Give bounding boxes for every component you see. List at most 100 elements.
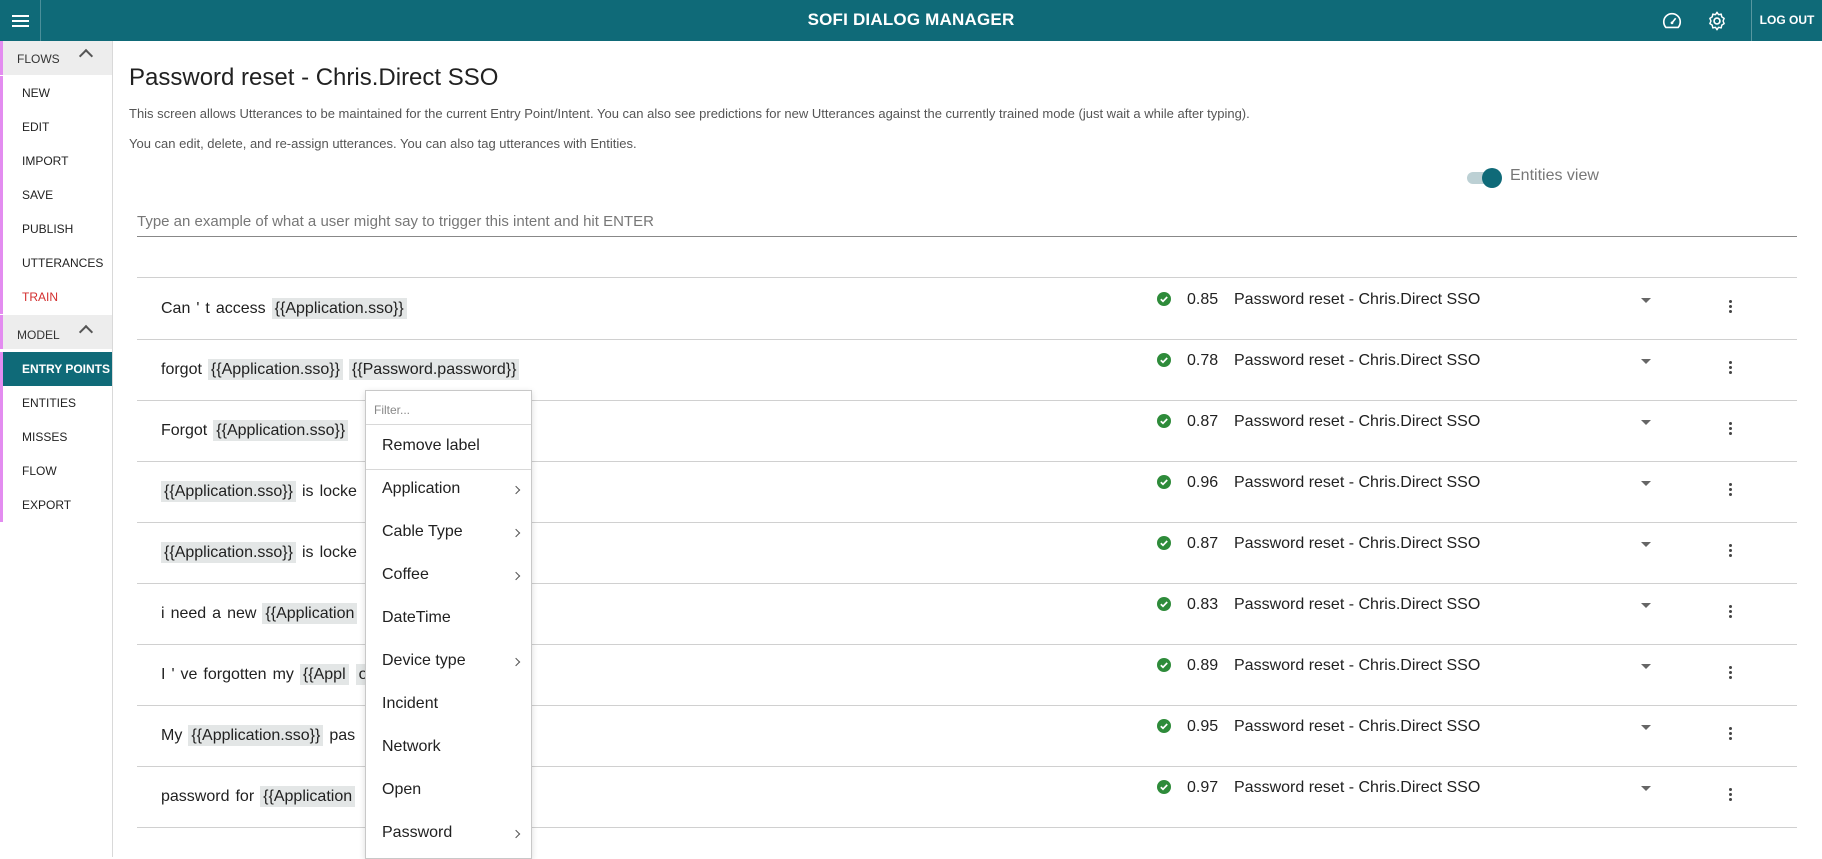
check-circle-icon	[1157, 780, 1171, 794]
chevron-right-icon	[511, 657, 521, 667]
check-circle-icon	[1157, 597, 1171, 611]
utterance-word: is	[302, 483, 314, 500]
dropdown-arrow-icon[interactable]	[1641, 664, 1651, 669]
utterance-word: ve	[180, 666, 198, 683]
entities-view-toggle[interactable]	[1465, 168, 1502, 188]
dropdown-arrow-icon[interactable]	[1641, 359, 1651, 364]
utterance-text[interactable]: My {{Application.sso}} pas	[161, 725, 361, 746]
page-description-1: This screen allows Utterances to be main…	[129, 106, 1250, 121]
sidebar-item-import[interactable]: IMPORT	[3, 144, 112, 178]
page-description-2: You can edit, delete, and re-assign utte…	[129, 136, 637, 151]
settings-gear-icon[interactable]	[1706, 10, 1728, 32]
utterance-word: Forgot	[161, 422, 208, 439]
more-vert-icon[interactable]	[1729, 300, 1733, 316]
more-vert-icon[interactable]	[1729, 544, 1733, 560]
entity-menu-item[interactable]: Password	[382, 824, 452, 842]
entity-tag[interactable]: {{Application	[260, 786, 356, 807]
more-vert-icon[interactable]	[1729, 666, 1733, 682]
intent-select[interactable]: Password reset - Chris.Direct SSO	[1234, 474, 1480, 492]
entity-menu-item[interactable]: Network	[382, 738, 441, 756]
utterance-word: a	[212, 605, 222, 622]
utterance-text[interactable]: Can ' t access {{Application.sso}}	[161, 298, 413, 319]
intent-select[interactable]: Password reset - Chris.Direct SSO	[1234, 535, 1480, 553]
entity-tag[interactable]: {{Application.sso}}	[188, 725, 324, 746]
entity-menu-item[interactable]: Application	[382, 480, 460, 498]
sidebar-item-publish[interactable]: PUBLISH	[3, 212, 112, 246]
entity-tag[interactable]: {{Application.sso}}	[271, 298, 407, 319]
dropdown-arrow-icon[interactable]	[1641, 298, 1651, 303]
toggle-knob	[1482, 168, 1502, 188]
dropdown-arrow-icon[interactable]	[1641, 481, 1651, 486]
entity-tag[interactable]: {{Password.password}}	[348, 359, 520, 380]
entity-menu-item[interactable]: Device type	[382, 652, 466, 670]
more-vert-icon[interactable]	[1729, 483, 1733, 499]
utterance-text[interactable]: forgot {{Application.sso}} {{Password.pass…	[161, 359, 525, 380]
dashboard-icon[interactable]	[1661, 10, 1683, 32]
menu-divider	[366, 469, 531, 470]
utterance-text[interactable]: Forgot {{Application.sso}}	[161, 420, 354, 441]
dropdown-arrow-icon[interactable]	[1641, 603, 1651, 608]
menu-button[interactable]	[0, 0, 41, 41]
utterance-row[interactable]: Can ' t access {{Application.sso}} 0.85 Passwo…	[137, 278, 1797, 340]
check-circle-icon	[1157, 353, 1171, 367]
sidebar-item-entry-points[interactable]: ENTRY POINTS	[3, 352, 112, 386]
intent-select[interactable]: Password reset - Chris.Direct SSO	[1234, 291, 1480, 309]
sidebar-item-train[interactable]: TRAIN	[3, 280, 112, 314]
utterance-text[interactable]: {{Application.sso}} is locke	[161, 542, 363, 563]
entity-filter-input[interactable]	[374, 401, 519, 419]
more-vert-icon[interactable]	[1729, 788, 1733, 804]
dropdown-arrow-icon[interactable]	[1641, 420, 1651, 425]
utterance-text[interactable]: {{Application.sso}} is locke	[161, 481, 363, 502]
entity-tag[interactable]: {{Application.sso}}	[161, 542, 296, 563]
remove-label-menu-item[interactable]: Remove label	[382, 437, 480, 455]
intent-select[interactable]: Password reset - Chris.Direct SSO	[1234, 596, 1480, 614]
more-vert-icon[interactable]	[1729, 422, 1733, 438]
sidebar-item-misses[interactable]: MISSES	[3, 420, 112, 454]
check-circle-icon	[1157, 536, 1171, 550]
prediction-score: 0.89	[1187, 657, 1219, 674]
intent-select[interactable]: Password reset - Chris.Direct SSO	[1234, 779, 1480, 797]
intent-select[interactable]: Password reset - Chris.Direct SSO	[1234, 413, 1480, 431]
entity-tag[interactable]: {{Application	[262, 603, 358, 624]
entity-menu-item[interactable]: Coffee	[382, 566, 429, 584]
sidebar-section-model[interactable]: MODEL	[0, 315, 112, 349]
logout-button[interactable]: LOG OUT	[1752, 0, 1822, 41]
chevron-right-icon	[511, 528, 521, 538]
entity-menu-item[interactable]: Cable Type	[382, 523, 463, 541]
sidebar-item-export[interactable]: EXPORT	[3, 488, 112, 522]
dropdown-arrow-icon[interactable]	[1641, 725, 1651, 730]
intent-select[interactable]: Password reset - Chris.Direct SSO	[1234, 352, 1480, 370]
chevron-right-icon	[511, 571, 521, 581]
utterance-word: pas	[329, 727, 356, 744]
sidebar-item-flow[interactable]: FLOW	[3, 454, 112, 488]
more-vert-icon[interactable]	[1729, 605, 1733, 621]
sidebar-item-utterances[interactable]: UTTERANCES	[3, 246, 112, 280]
chevron-up-icon	[78, 324, 94, 340]
dropdown-arrow-icon[interactable]	[1641, 542, 1651, 547]
entity-tag[interactable]: {{Appl	[299, 664, 349, 685]
utterance-word: locke	[319, 544, 357, 561]
sidebar-item-entities[interactable]: ENTITIES	[3, 386, 112, 420]
check-circle-icon	[1157, 475, 1171, 489]
more-vert-icon[interactable]	[1729, 361, 1733, 377]
entity-menu-item[interactable]: Incident	[382, 695, 438, 713]
sidebar-item-new[interactable]: NEW	[3, 76, 112, 110]
entity-tag[interactable]: {{Application.sso}}	[207, 359, 343, 380]
sidebar-section-flows[interactable]: FLOWS	[0, 41, 112, 75]
entity-tag[interactable]: {{Application.sso}}	[161, 481, 296, 502]
entity-menu-item[interactable]: DateTime	[382, 609, 451, 627]
sidebar-item-edit[interactable]: EDIT	[3, 110, 112, 144]
utterance-text[interactable]: password for {{Application	[161, 786, 361, 807]
intent-select[interactable]: Password reset - Chris.Direct SSO	[1234, 657, 1480, 675]
prediction-score: 0.87	[1187, 535, 1219, 552]
entity-tag[interactable]: {{Application.sso}}	[213, 420, 349, 441]
sidebar-item-save[interactable]: SAVE	[3, 178, 112, 212]
utterance-input[interactable]	[137, 206, 1797, 237]
entity-menu-item[interactable]: Open	[382, 781, 421, 799]
intent-select[interactable]: Password reset - Chris.Direct SSO	[1234, 718, 1480, 736]
dropdown-arrow-icon[interactable]	[1641, 786, 1651, 791]
more-vert-icon[interactable]	[1729, 727, 1733, 743]
prediction-score: 0.87	[1187, 413, 1219, 430]
utterance-text[interactable]: i need a new {{Application	[161, 603, 363, 624]
chevron-right-icon	[511, 829, 521, 839]
